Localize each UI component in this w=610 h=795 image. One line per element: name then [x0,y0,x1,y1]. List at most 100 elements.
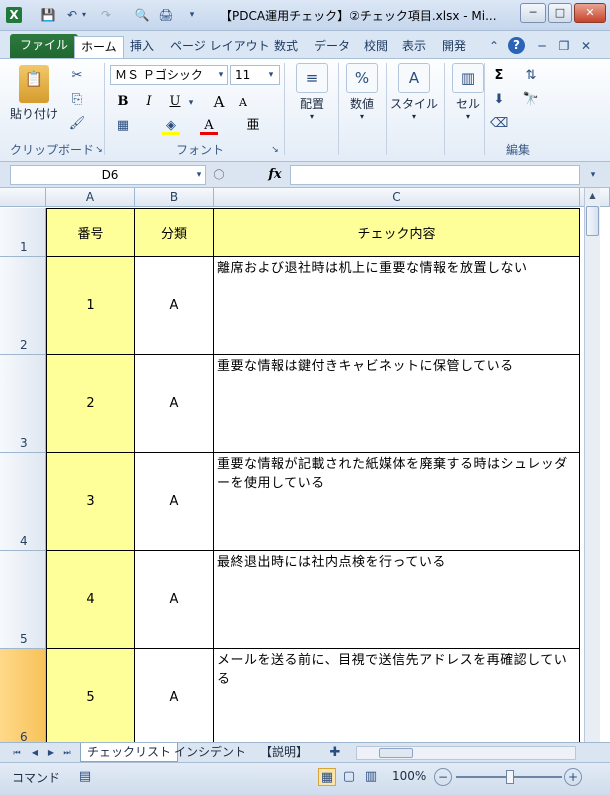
vertical-scrollbar[interactable]: ▲ [584,188,600,742]
name-box-dropdown-icon[interactable]: ▾ [190,166,208,184]
table-cell-category[interactable]: A [135,551,214,649]
select-all-corner[interactable] [0,188,46,207]
header-cell-number[interactable]: 番号 [46,208,135,257]
minimize-button[interactable]: ─ [520,3,546,23]
font-size-dropdown-icon[interactable]: ▾ [262,66,280,84]
table-cell-number[interactable]: 4 [46,551,135,649]
number-button[interactable]: % 数値 ▾ [342,63,382,121]
header-cell-category[interactable]: 分類 [135,208,214,257]
table-cell-content[interactable]: 離席および退社時は机上に重要な情報を放置しない [214,257,580,355]
tab-data[interactable]: データ [308,36,356,58]
row-header[interactable]: 3 [0,355,46,453]
page-layout-view-icon[interactable]: ▢ [340,768,358,786]
header-cell-content[interactable]: チェック内容 [214,208,580,257]
paste-button[interactable]: 📋 貼り付け [10,63,58,122]
customize-qat-icon[interactable]: ▾ [184,7,200,23]
formula-bar-splitter[interactable]: ◯ [210,166,228,184]
find-select-icon[interactable]: 🔭 [522,91,540,109]
row-header-selected[interactable]: 6 [0,649,46,742]
font-name-dropdown-icon[interactable]: ▾ [212,66,230,84]
close-button[interactable]: ✕ [574,3,606,23]
page-break-preview-icon[interactable]: ▥ [362,768,380,786]
workbook-restore-icon[interactable]: ❐ [556,38,572,54]
clear-icon[interactable]: ⌫ [490,115,508,133]
scroll-up-icon[interactable]: ▲ [585,188,600,204]
row-header[interactable]: 2 [0,257,46,355]
table-cell-number[interactable]: 3 [46,453,135,551]
workbook-close-icon[interactable]: ✕ [578,38,594,54]
print-icon[interactable]: 🖨 [158,7,174,23]
maximize-button[interactable]: □ [548,3,572,23]
tab-review[interactable]: 校閲 [358,36,394,58]
excel-icon[interactable]: X [6,7,22,23]
shrink-font-button[interactable]: A [234,94,252,112]
save-icon[interactable]: 💾 [40,7,56,23]
alignment-button[interactable]: ≡ 配置 ▾ [292,63,332,121]
underline-dropdown-icon[interactable]: ▾ [182,94,200,112]
table-cell-content[interactable]: メールを送る前に、目視で送信先アドレスを再確認している [214,649,580,742]
font-name-combo[interactable]: ＭＳ Ｐゴシック [110,65,228,85]
tab-view[interactable]: 表示 [396,36,432,58]
table-cell-number[interactable]: 1 [46,257,135,355]
zoom-in-icon[interactable]: + [564,768,582,786]
insert-sheet-icon[interactable]: ✚ [326,744,344,762]
cells-button[interactable]: ▥ セル ▾ [448,63,488,121]
zoom-level[interactable]: 100% [392,769,426,783]
table-cell-category[interactable]: A [135,649,214,742]
font-launcher-icon[interactable]: ↘ [266,141,284,159]
redo-icon[interactable]: ↷ [98,7,114,23]
table-cell-category[interactable]: A [135,355,214,453]
tab-page-layout[interactable]: ページ レイアウト [164,36,276,58]
cut-icon[interactable]: ✂ [68,67,86,85]
row-header[interactable]: 1 [0,208,46,257]
table-cell-number[interactable]: 2 [46,355,135,453]
phonetic-button[interactable]: 亜 [244,117,262,135]
last-sheet-icon[interactable]: ⏭ [58,744,76,762]
print-preview-icon[interactable]: 🔍 [134,7,150,23]
table-cell-content[interactable]: 最終退出時には社内点検を行っている [214,551,580,649]
format-painter-icon[interactable]: 🖌 [68,115,86,133]
font-color-button[interactable]: A [200,117,218,135]
undo-icon[interactable]: ↶ [64,7,80,23]
sheet-tab-description[interactable]: 【説明】 [254,743,314,762]
scroll-thumb[interactable] [586,206,599,236]
fill-color-icon[interactable]: ◈ [162,117,180,135]
tab-home[interactable]: ホーム [74,36,124,58]
tab-formulas[interactable]: 数式 [268,36,304,58]
table-cell-content[interactable]: 重要な情報は鍵付きキャビネットに保管している [214,355,580,453]
tab-file[interactable]: ファイル [10,34,79,58]
column-header-a[interactable]: A [46,188,135,207]
tab-developer[interactable]: 開発 [436,36,472,58]
styles-button[interactable]: A スタイル ▾ [388,63,440,121]
expand-formula-bar-icon[interactable]: ▾ [584,166,602,184]
italic-button[interactable]: I [140,93,158,111]
macro-record-icon[interactable]: ▤ [76,768,94,786]
zoom-slider-thumb[interactable] [506,770,514,784]
sheet-tab-checklist[interactable]: チェックリスト [80,743,179,762]
first-sheet-icon[interactable]: ⏮ [8,744,26,762]
table-cell-category[interactable]: A [135,257,214,355]
normal-view-icon[interactable]: ▦ [318,768,336,786]
sheet-tab-incident[interactable]: インシデント [168,743,252,762]
zoom-out-icon[interactable]: − [434,768,452,786]
workbook-minimize-icon[interactable]: ─ [534,38,550,54]
undo-dropdown-icon[interactable]: ▾ [80,7,88,23]
column-header-c[interactable]: C [214,188,580,207]
ribbon-minimize-icon[interactable]: ⌃ [486,38,502,54]
clipboard-launcher-icon[interactable]: ↘ [90,141,108,159]
grow-font-button[interactable]: A [210,93,228,111]
name-box[interactable]: D6 [10,165,206,185]
autosum-button[interactable]: Σ [490,67,508,85]
copy-icon[interactable]: ⎘ [68,91,86,109]
tab-insert[interactable]: 挿入 [124,36,160,58]
horizontal-scroll-thumb[interactable] [379,748,413,758]
sort-filter-icon[interactable]: ⇅ [522,67,540,85]
borders-icon[interactable]: ▦ [114,117,132,135]
table-cell-category[interactable]: A [135,453,214,551]
table-cell-number[interactable]: 5 [46,649,135,742]
row-header[interactable]: 5 [0,551,46,649]
insert-function-button[interactable]: fx [266,166,284,184]
row-header[interactable]: 4 [0,453,46,551]
bold-button[interactable]: B [114,93,132,111]
help-icon[interactable]: ? [508,37,525,54]
